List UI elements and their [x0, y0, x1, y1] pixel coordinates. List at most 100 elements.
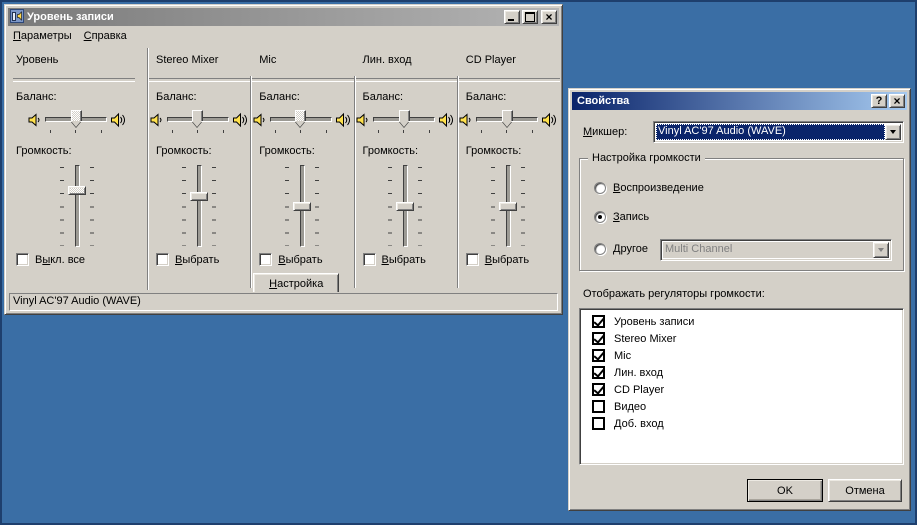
- list-item-label: CD Player: [614, 384, 664, 396]
- select-checkbox-row[interactable]: Выбрать: [156, 253, 250, 266]
- list-item[interactable]: Видео: [580, 398, 903, 415]
- select-checkbox[interactable]: [363, 253, 376, 266]
- list-item[interactable]: Stereo Mixer: [580, 330, 903, 347]
- menu-item-help[interactable]: Справка: [78, 28, 133, 45]
- help-icon: ?: [876, 95, 883, 107]
- ok-button[interactable]: OK: [747, 479, 823, 502]
- balance-slider[interactable]: [167, 108, 229, 134]
- balance-thumb-point: [399, 121, 409, 127]
- volume-tick-marks-right: [521, 167, 525, 246]
- checkbox-label: Выбрать: [175, 254, 219, 266]
- balance-slider-thumb[interactable]: [295, 110, 306, 127]
- balance-thumb-face[interactable]: [71, 110, 82, 121]
- volume-tick-marks-right: [315, 167, 319, 246]
- balance-slider-thumb[interactable]: [192, 110, 203, 127]
- volume-slider-thumb[interactable]: [190, 192, 208, 201]
- select-checkbox-row[interactable]: Выбрать: [259, 253, 353, 266]
- volume-tick-marks-left: [491, 167, 495, 246]
- select-checkbox-row[interactable]: Выбрать: [466, 253, 560, 266]
- balance-slider[interactable]: [476, 108, 538, 134]
- list-item-checkbox[interactable]: [592, 332, 605, 345]
- list-item-checkbox[interactable]: [592, 366, 605, 379]
- balance-thumb-point: [295, 121, 305, 127]
- list-item[interactable]: Mic: [580, 347, 903, 364]
- radio-label: Другое: [613, 243, 648, 255]
- volume-slider-thumb[interactable]: [68, 186, 86, 195]
- recorder-titlebar[interactable]: Уровень записи ×: [8, 8, 559, 26]
- list-item[interactable]: CD Player: [580, 381, 903, 398]
- chevron-down-icon: [878, 248, 884, 252]
- list-item-checkbox[interactable]: [592, 349, 605, 362]
- speaker-loud-icon: [335, 112, 352, 131]
- radio-button[interactable]: [594, 211, 606, 223]
- mute-all-checkbox-row[interactable]: Выкл. все: [16, 253, 147, 266]
- radio-label: Запись: [613, 211, 649, 223]
- channel-name: Stereo Mixer: [147, 46, 250, 70]
- select-checkbox[interactable]: [466, 253, 479, 266]
- balance-slider-thumb[interactable]: [399, 110, 410, 127]
- balance-thumb-face[interactable]: [399, 110, 410, 121]
- radio-button[interactable]: [594, 243, 606, 255]
- other-combobox-dropdown-button[interactable]: [873, 242, 889, 258]
- header-separator: [13, 78, 135, 82]
- balance-slider[interactable]: [373, 108, 435, 134]
- radio-option-row[interactable]: Запись: [594, 211, 649, 223]
- volume-slider-track-area[interactable]: [292, 165, 312, 247]
- dialog-close-button[interactable]: ×: [889, 94, 905, 108]
- list-item[interactable]: Уровень записи: [580, 313, 903, 330]
- radio-button[interactable]: [594, 182, 606, 194]
- balance-thumb-face[interactable]: [502, 110, 513, 121]
- volume-slider[interactable]: [179, 165, 219, 247]
- list-item-checkbox[interactable]: [592, 315, 605, 328]
- list-item-checkbox[interactable]: [592, 417, 605, 430]
- volume-slider-track-area[interactable]: [395, 165, 415, 247]
- help-button[interactable]: ?: [871, 94, 887, 108]
- settings-button[interactable]: Настройка: [253, 273, 339, 292]
- balance-thumb-face[interactable]: [295, 110, 306, 121]
- volume-slider[interactable]: [282, 165, 322, 247]
- volume-slider-track[interactable]: [197, 165, 202, 247]
- list-item-checkbox[interactable]: [592, 400, 605, 413]
- radio-option-row[interactable]: Воспроизведение: [594, 182, 704, 194]
- minimize-button[interactable]: [504, 10, 520, 24]
- mixer-combobox[interactable]: Vinyl AC'97 Audio (WAVE): [653, 121, 904, 143]
- channel-column: CD PlayerБаланс:Громкость:Выбрать: [457, 46, 560, 292]
- desktop: Уровень записи × ПараметрыСправка Уровен…: [0, 0, 917, 525]
- radio-option-row[interactable]: Другое: [594, 243, 648, 255]
- balance-thumb-face[interactable]: [192, 110, 203, 121]
- volume-slider[interactable]: [488, 165, 528, 247]
- list-item[interactable]: Лин. вход: [580, 364, 903, 381]
- balance-slider[interactable]: [270, 108, 332, 134]
- volume-slider-thumb[interactable]: [499, 202, 517, 211]
- mute-all-checkbox[interactable]: [16, 253, 29, 266]
- balance-slider-thumb[interactable]: [502, 110, 513, 127]
- other-combobox[interactable]: Multi Channel: [660, 239, 892, 261]
- mixer-combobox-dropdown-button[interactable]: [885, 124, 901, 140]
- volume-slider[interactable]: [385, 165, 425, 247]
- properties-titlebar[interactable]: Свойства ? ×: [572, 92, 907, 110]
- maximize-button[interactable]: [522, 10, 538, 24]
- list-item-checkbox[interactable]: [592, 383, 605, 396]
- volume-slider-thumb[interactable]: [396, 202, 414, 211]
- checkbox-label: Выбрать: [382, 254, 426, 266]
- select-checkbox-row[interactable]: Выбрать: [363, 253, 457, 266]
- volume-tick-marks-left: [60, 167, 64, 246]
- volume-controls-listbox[interactable]: Уровень записиStereo MixerMicЛин. вход CD…: [579, 308, 904, 465]
- menu-item-parameters[interactable]: Параметры: [7, 28, 78, 45]
- volume-slider-track-area[interactable]: [189, 165, 209, 247]
- list-item[interactable]: Доб. вход: [580, 415, 903, 432]
- volume-controls-list-label: Отображать регуляторы громкости:: [583, 288, 765, 300]
- select-checkbox[interactable]: [259, 253, 272, 266]
- volume-slider-track-area[interactable]: [498, 165, 518, 247]
- volume-slider-track-area[interactable]: [67, 165, 87, 247]
- cancel-button[interactable]: Отмена: [828, 479, 902, 502]
- volume-slider-thumb[interactable]: [293, 202, 311, 211]
- volume-slider-track[interactable]: [75, 165, 80, 247]
- balance-slider[interactable]: [45, 108, 107, 134]
- close-button[interactable]: ×: [541, 10, 557, 24]
- volume-slider[interactable]: [57, 165, 97, 247]
- balance-slider-thumb[interactable]: [71, 110, 82, 127]
- select-checkbox[interactable]: [156, 253, 169, 266]
- balance-row: [7, 106, 147, 136]
- channel-name: Уровень: [7, 46, 147, 70]
